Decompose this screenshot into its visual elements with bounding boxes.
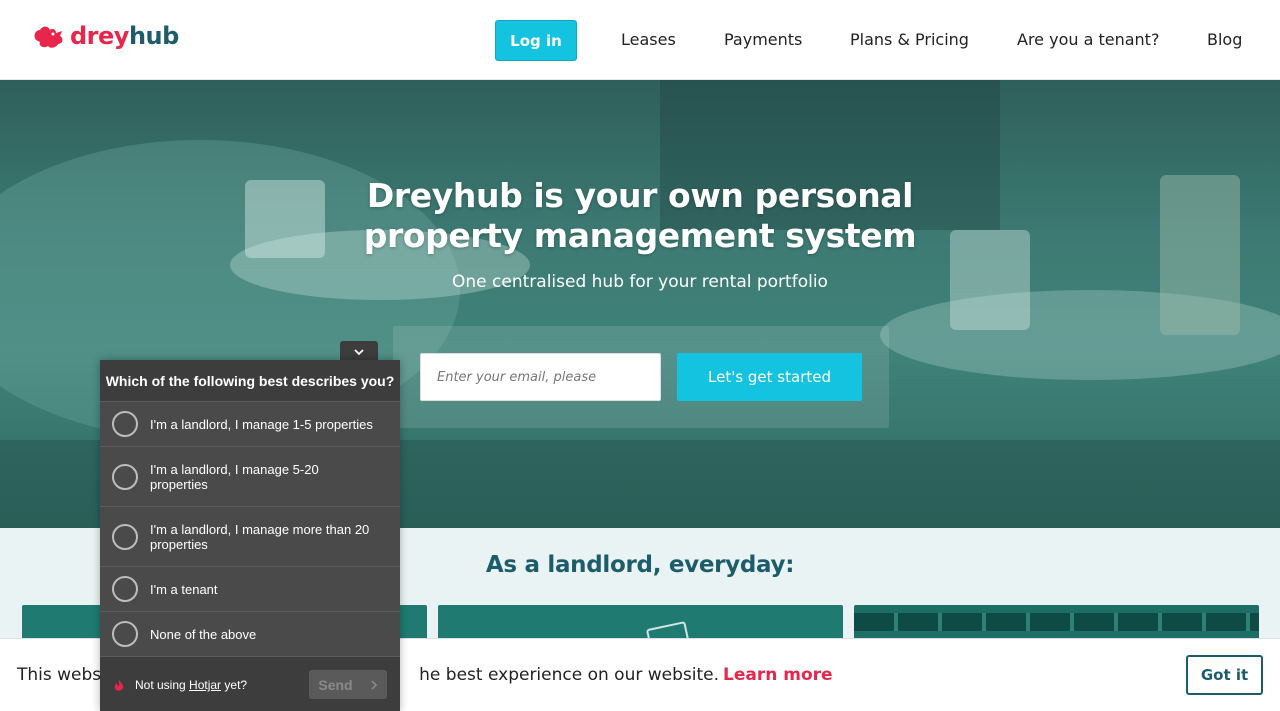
hero-title-line2: property management system [363,216,917,255]
poll-option[interactable]: I'm a landlord, I manage 1-5 properties [100,401,400,446]
hotjar-link[interactable]: Hotjar [189,678,221,692]
email-input[interactable] [420,353,661,401]
poll-option-label: None of the above [150,626,257,642]
poll-option[interactable]: None of the above [100,611,400,656]
nav-are-you-tenant[interactable]: Are you a tenant? [1017,30,1159,49]
nav-payments[interactable]: Payments [724,30,802,49]
hotjar-flame-icon [114,680,124,695]
radio-button[interactable] [112,621,138,647]
hotjar-promo-prefix: Not using [135,678,186,692]
chevron-right-icon [371,679,377,690]
poll-option[interactable]: I'm a tenant [100,566,400,611]
card-illustration [854,613,1259,631]
poll-option-label: I'm a landlord, I manage more than 20 pr… [150,521,370,552]
get-started-button[interactable]: Let's get started [677,353,862,401]
signup-form: Let's get started [393,326,889,428]
cookie-text-start: This webs [17,665,102,685]
hero-title-line1: Dreyhub is your own personal [366,176,914,215]
nav-plans-pricing[interactable]: Plans & Pricing [850,30,969,49]
hero-title: Dreyhub is your own personal property ma… [0,176,1280,256]
got-it-button[interactable]: Got it [1186,655,1263,695]
logo-wordmark: dreyhub [70,22,179,50]
send-label: Send [318,676,353,693]
poll-option[interactable]: I'm a landlord, I manage more than 20 pr… [100,506,400,566]
poll-option-label: I'm a landlord, I manage 5-20 properties [150,461,319,492]
chevron-down-icon [354,348,364,355]
hotjar-promo-suffix: yet? [224,678,248,692]
poll-option-label: I'm a landlord, I manage 1-5 properties [150,416,373,432]
poll-option[interactable]: I'm a landlord, I manage 5-20 properties [100,446,400,506]
poll-question: Which of the following best describes yo… [100,360,400,401]
poll-footer: Not using Hotjar yet? Send [100,656,400,711]
nav-leases[interactable]: Leases [621,30,676,49]
radio-button[interactable] [112,576,138,602]
dreyhub-logo[interactable]: dreyhub [32,22,179,50]
radio-button[interactable] [112,463,138,490]
radio-button[interactable] [112,411,138,437]
hotjar-promo: Not using Hotjar yet? [135,678,247,692]
learn-more-link[interactable]: Learn more [723,665,833,685]
cookie-text-end: he best experience on our website. [419,665,720,685]
send-button[interactable]: Send [309,670,387,699]
poll-option-label: I'm a tenant [150,581,218,597]
site-header: dreyhub Log in Leases Payments Plans & P… [0,0,1280,80]
feedback-poll: Which of the following best describes yo… [100,360,400,711]
radio-button[interactable] [112,523,138,550]
nav-blog[interactable]: Blog [1207,30,1242,49]
login-button[interactable]: Log in [495,20,577,61]
squirrel-logo-icon [34,26,63,48]
hero-subtitle: One centralised hub for your rental port… [452,272,828,292]
